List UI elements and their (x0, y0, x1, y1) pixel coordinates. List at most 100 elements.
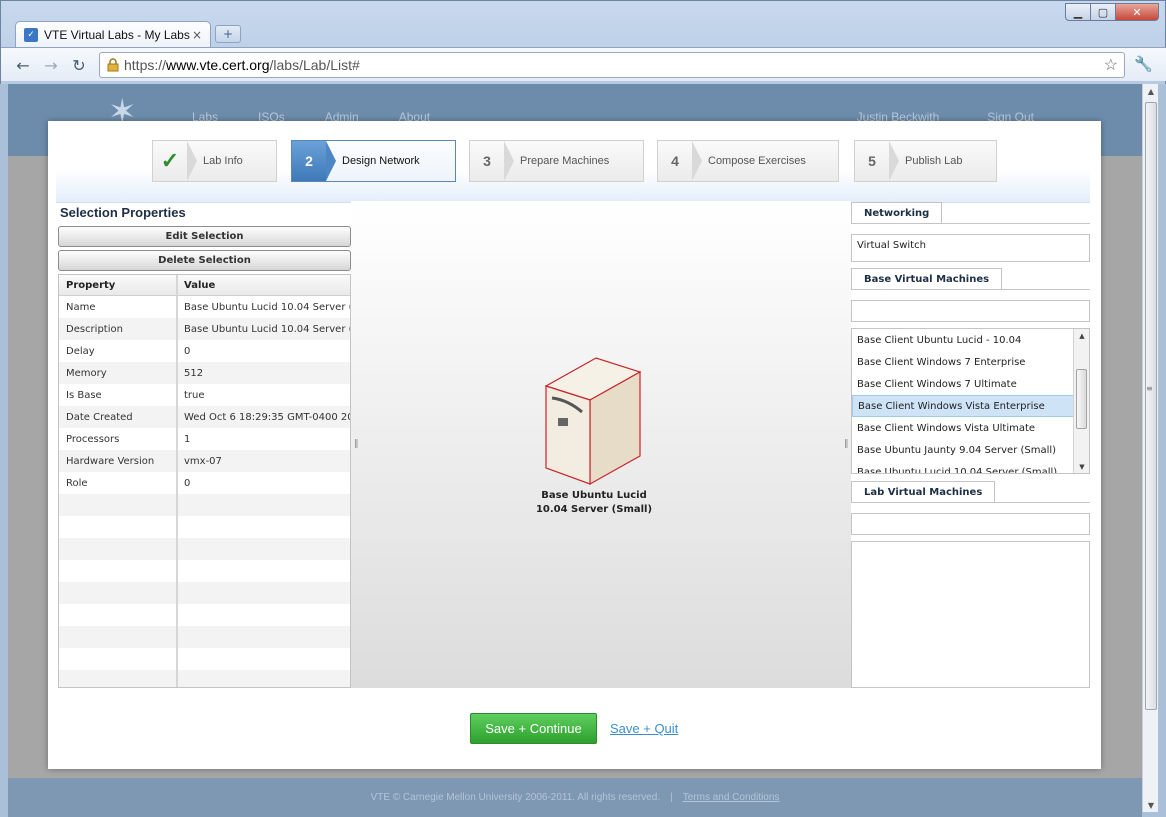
property-cell (59, 494, 177, 516)
page-scrollbar[interactable]: ▲ ≡ ▼ (1142, 84, 1158, 812)
base-vms-scrollbar[interactable]: ▲ ▼ (1073, 329, 1089, 473)
list-item[interactable]: Base Ubuntu Lucid 10.04 Server (Small) (852, 461, 1074, 474)
list-item[interactable]: Base Client Windows Vista Ultimate (852, 417, 1074, 439)
value-cell: Wed Oct 6 18:29:35 GMT-0400 2010 (184, 411, 350, 423)
delete-selection-button[interactable]: Delete Selection (58, 250, 351, 271)
property-cell: Description (59, 318, 177, 340)
lab-vms-tab-rule (851, 502, 1090, 503)
table-row[interactable]: Memory 512 (59, 362, 350, 384)
table-row (59, 648, 350, 670)
value-cell: Base Ubuntu Lucid 10.04 Server (Small) (184, 323, 350, 335)
wizard-step-publish-lab[interactable]: 5 Publish Lab (854, 140, 997, 182)
value-cell: 0 (184, 477, 191, 489)
list-item[interactable]: Base Ubuntu Jaunty 9.04 Server (Small) (852, 439, 1074, 461)
tab-close-icon[interactable]: × (192, 28, 202, 42)
right-splitter-handle[interactable]: ‖ (844, 439, 849, 449)
lab-vms-list[interactable] (851, 541, 1090, 688)
networking-tab-rule (851, 223, 1090, 224)
value-cell: vmx-07 (184, 455, 222, 467)
browser-tab[interactable]: ✓ VTE Virtual Labs - My Labs × (15, 21, 211, 47)
value-cell (177, 582, 350, 604)
scroll-down-icon[interactable]: ▼ (1074, 460, 1089, 473)
new-tab-button[interactable]: + (215, 25, 241, 43)
property-cell: Delay (59, 340, 177, 362)
close-icon[interactable]: ✕ (1115, 3, 1159, 21)
table-row (59, 670, 350, 687)
maximize-icon[interactable]: ▢ (1090, 3, 1116, 21)
wizard-step-number: 5 (855, 141, 899, 181)
list-item[interactable]: Base Client Windows 7 Ultimate (852, 373, 1074, 395)
reload-icon[interactable]: ↻ (69, 55, 89, 75)
lab-wizard-modal: ✓ Lab Info 2 Design Network 3 Prepare Ma… (48, 121, 1101, 769)
left-splitter-handle[interactable]: ‖ (354, 439, 359, 449)
table-row (59, 560, 350, 582)
save-continue-button[interactable]: Save + Continue (470, 713, 597, 744)
tab-networking[interactable]: Networking (851, 202, 943, 224)
tab-lab-virtual-machines[interactable]: Lab Virtual Machines (851, 481, 996, 503)
scroll-grip-icon: ≡ (1146, 384, 1153, 393)
table-row[interactable]: Delay 0 (59, 340, 350, 362)
wrench-icon[interactable]: 🔧 (1134, 55, 1153, 73)
value-cell (177, 626, 350, 648)
value-cell (177, 538, 350, 560)
checkmark-icon: ✓ (153, 141, 197, 181)
wizard-step-number: 4 (658, 141, 702, 181)
wizard-step-prepare-machines[interactable]: 3 Prepare Machines (469, 140, 644, 182)
list-item[interactable]: Base Client Windows 7 Enterprise (852, 351, 1074, 373)
table-row[interactable]: Hardware Version vmx-07 (59, 450, 350, 472)
bookmark-star-icon[interactable]: ☆ (1104, 55, 1118, 75)
scroll-up-icon[interactable]: ▲ (1143, 84, 1159, 98)
site-footer: VTE © Carnegie Mellon University 2006-20… (8, 778, 1142, 817)
grid-header: Property Value (59, 275, 350, 296)
value-cell (177, 494, 350, 516)
wizard-step-compose-exercises[interactable]: 4 Compose Exercises (657, 140, 839, 182)
server-node-icon[interactable] (544, 356, 644, 486)
wizard-step-design-network[interactable]: 2 Design Network (291, 140, 456, 182)
scroll-down-icon[interactable]: ▼ (1143, 798, 1159, 812)
properties-grid: Property Value Name Base Ubuntu Lucid 10.… (58, 274, 351, 688)
table-row (59, 626, 350, 648)
list-item[interactable]: Base Client Windows Vista Enterprise (852, 395, 1074, 417)
table-row (59, 582, 350, 604)
favicon-icon: ✓ (24, 27, 38, 42)
property-cell (59, 516, 177, 538)
table-row[interactable]: Description Base Ubuntu Lucid 10.04 Serve… (59, 318, 350, 340)
url-scheme: https:// (124, 57, 167, 73)
table-row[interactable]: Name Base Ubuntu Lucid 10.04 Server (Smal… (59, 296, 350, 318)
network-design-canvas[interactable]: Base Ubuntu Lucid 10.04 Server (Small) (351, 201, 851, 688)
lab-vms-filter-input[interactable] (851, 513, 1090, 535)
property-cell (59, 560, 177, 582)
back-icon[interactable]: ← (13, 55, 33, 75)
property-cell (59, 648, 177, 670)
table-row[interactable]: Processors 1 (59, 428, 350, 450)
networking-list: Virtual Switch (851, 234, 1090, 262)
base-vms-filter-input[interactable] (851, 300, 1090, 322)
scroll-up-icon[interactable]: ▲ (1074, 329, 1089, 342)
wizard-step-lab-info[interactable]: ✓ Lab Info (152, 140, 277, 182)
base-vms-list: Base Client Ubuntu Lucid - 10.04 Base Cli… (851, 328, 1090, 474)
edit-selection-button[interactable]: Edit Selection (58, 226, 351, 247)
forward-icon[interactable]: → (41, 55, 61, 75)
address-bar[interactable]: https://www.vte.cert.org/labs/Lab/List# … (99, 52, 1125, 78)
minimize-icon[interactable]: ▁ (1065, 3, 1091, 21)
list-item[interactable]: Base Client Ubuntu Lucid - 10.04 (852, 329, 1074, 351)
value-cell: 512 (184, 367, 204, 379)
networking-item-virtual-switch[interactable]: Virtual Switch (857, 240, 1084, 251)
property-cell: Date Created (59, 406, 177, 428)
scroll-thumb[interactable] (1145, 102, 1157, 710)
property-cell (59, 670, 177, 687)
grid-header-value[interactable]: Value (177, 275, 350, 295)
table-row[interactable]: Date Created Wed Oct 6 18:29:35 GMT-0400 … (59, 406, 350, 428)
value-cell (177, 560, 350, 582)
table-row[interactable]: Is Base true (59, 384, 350, 406)
property-cell (59, 582, 177, 604)
grid-header-property[interactable]: Property (59, 275, 177, 295)
terms-link[interactable]: Terms and Conditions (683, 792, 780, 803)
wizard-step-label: Publish Lab (905, 155, 963, 167)
save-quit-link[interactable]: Save + Quit (610, 721, 678, 736)
tab-base-virtual-machines[interactable]: Base Virtual Machines (851, 268, 1003, 290)
base-vms-scroll-thumb[interactable] (1076, 369, 1087, 429)
table-row[interactable]: Role 0 (59, 472, 350, 494)
property-cell: Role (59, 472, 177, 494)
selection-properties-title: Selection Properties (60, 205, 186, 220)
